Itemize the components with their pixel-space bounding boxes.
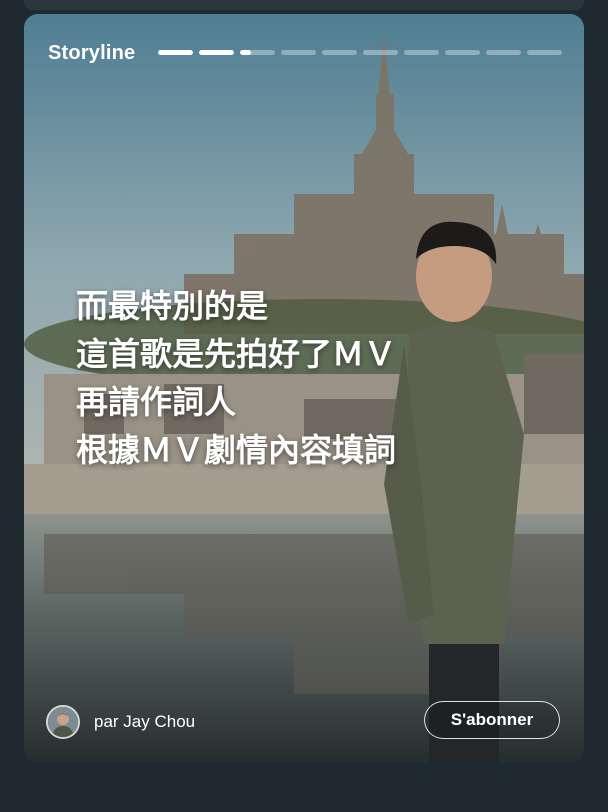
progress-segment (527, 50, 562, 55)
progress-segment (240, 50, 275, 55)
progress-segment (281, 50, 316, 55)
lyric-line: 而最特別的是 (76, 288, 269, 324)
progress-segment (404, 50, 439, 55)
progress-segment-fill (158, 50, 193, 55)
storyline-title: Storyline (48, 42, 136, 64)
lyric-line: 這首歌是先拍好了ＭＶ (76, 336, 397, 372)
progress-segment-fill (240, 50, 251, 55)
progress-segment (363, 50, 398, 55)
story-progress-bar (158, 50, 562, 56)
subscribe-button[interactable]: S'abonner (424, 701, 560, 739)
lyrics-text: 而最特別的是 這首歌是先拍好了ＭＶ 再請作詞人 根據ＭＶ劇情內容填詞 (76, 282, 396, 474)
progress-segment (158, 50, 193, 55)
story-card[interactable]: Storyline 而最特別的是 這首歌是先拍好了ＭＶ 再請作詞人 根據ＭＶ劇情… (24, 14, 584, 762)
progress-segment-fill (199, 50, 234, 55)
progress-segment (445, 50, 480, 55)
lyric-line: 根據ＭＶ劇情內容填詞 (76, 432, 397, 468)
progress-segment (486, 50, 521, 55)
progress-segment (199, 50, 234, 55)
lyric-line: 再請作詞人 (76, 384, 237, 420)
progress-segment (322, 50, 357, 55)
user-avatar-icon (48, 707, 78, 737)
avatar[interactable] (46, 705, 80, 739)
previous-card-edge (24, 0, 584, 10)
author-name[interactable]: par Jay Chou (94, 712, 195, 732)
author-row[interactable]: par Jay Chou (46, 704, 195, 740)
